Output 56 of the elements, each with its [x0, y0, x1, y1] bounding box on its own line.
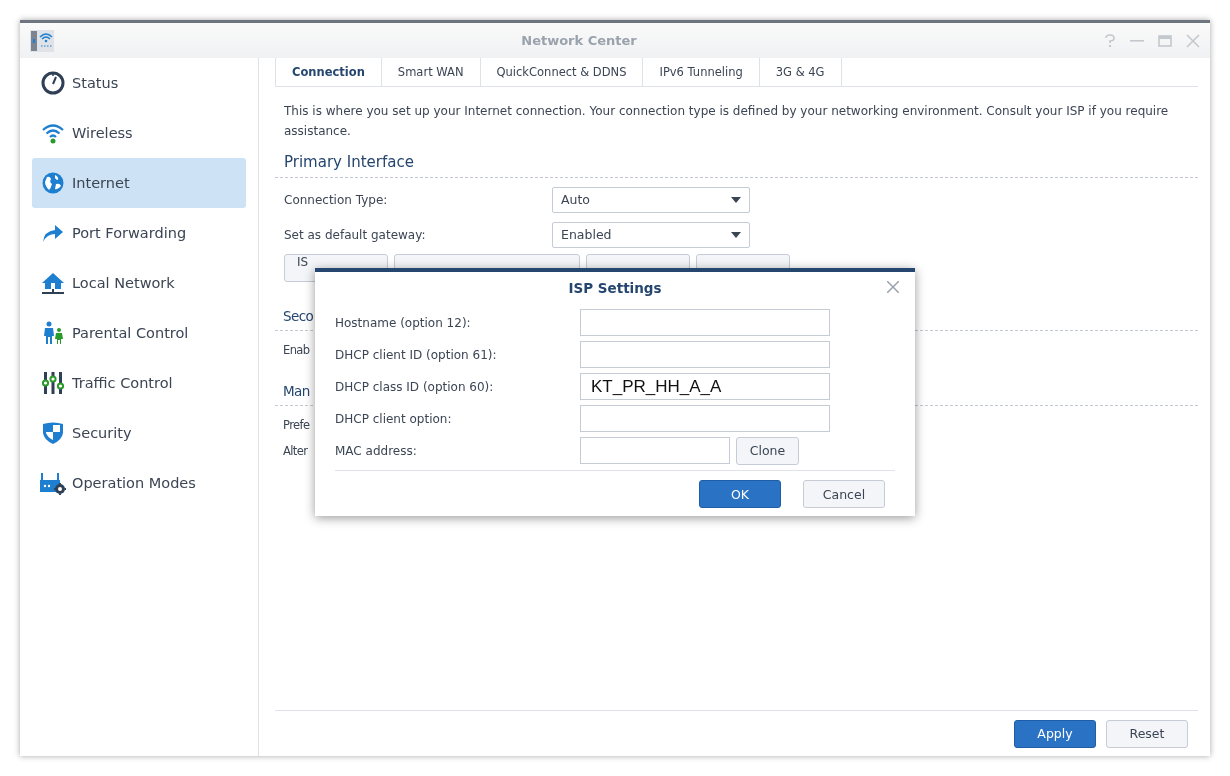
caret-icon [731, 231, 741, 238]
tab[interactable]: Connection [275, 58, 382, 86]
sidebar-item[interactable]: Parental Control [32, 308, 246, 358]
sliders-icon [40, 371, 66, 395]
apply-button[interactable]: Apply [1014, 719, 1096, 748]
intro-text: This is where you set up your Internet connection. Your connection type is defined by your networking environment. Consult your ISP if you require assistance. [284, 103, 1170, 140]
dropdown[interactable]: Auto [552, 186, 750, 213]
tab[interactable]: 3G & 4G [759, 58, 842, 86]
input-field[interactable] [580, 309, 830, 336]
field-label: Hostname (option 12): [335, 315, 472, 330]
input-field[interactable]: KT_PR_HH_A_A [580, 373, 830, 400]
sidebar-item[interactable]: Wireless [32, 108, 246, 158]
close-icon[interactable] [887, 281, 899, 293]
dialog-title: ISP Settings [568, 280, 662, 296]
sidebar-item[interactable]: Traffic Control [32, 358, 246, 408]
shield-icon [40, 421, 66, 445]
app-icon [30, 29, 54, 52]
maximize-icon[interactable] [1158, 33, 1172, 48]
sidebar-item[interactable]: Local Network [32, 258, 246, 308]
sidebar-item[interactable]: Port Forwarding [32, 208, 246, 258]
sidebar-item[interactable]: Security [32, 408, 246, 458]
close-icon[interactable] [1186, 33, 1200, 48]
dropdown[interactable]: Enabled [552, 221, 750, 248]
gauge-icon [40, 71, 66, 95]
sidebar-item[interactable]: Internet [32, 158, 246, 208]
field-label: Alter [283, 444, 308, 458]
section-heading: Man [283, 383, 310, 399]
field-label: Connection Type: [284, 192, 389, 207]
help-icon[interactable] [1104, 33, 1116, 48]
globe-icon [40, 171, 66, 195]
sidebar-item[interactable]: Status [32, 58, 246, 108]
field-label: DHCP client option: [335, 411, 453, 426]
cancel-button[interactable]: Cancel [803, 480, 885, 508]
field-label: Set as default gateway: [284, 227, 427, 242]
reset-button[interactable]: Reset [1106, 719, 1188, 748]
section-heading: Primary Interface [284, 153, 415, 171]
tab[interactable]: IPv6 Tunneling [643, 58, 760, 86]
house-icon [40, 271, 66, 295]
field-label: DHCP class ID (option 60): [335, 379, 495, 394]
section-heading: Seco [283, 308, 314, 324]
input-field[interactable] [580, 437, 730, 464]
router-gear-icon [40, 471, 66, 495]
clone-button[interactable]: Clone [736, 436, 799, 465]
input-field[interactable] [580, 341, 830, 368]
wifi-icon [40, 121, 66, 145]
input-field[interactable] [580, 405, 830, 432]
caret-icon [731, 196, 741, 203]
tab[interactable]: Smart WAN [381, 58, 481, 86]
sidebar-item[interactable]: Operation Modes [32, 458, 246, 508]
field-label: Prefe [283, 418, 310, 432]
ok-button[interactable]: OK [699, 480, 781, 508]
field-label: MAC address: [335, 443, 418, 458]
field-label: Enab [283, 343, 310, 357]
field-label: DHCP client ID (option 61): [335, 347, 498, 362]
tab[interactable]: QuickConnect & DDNS [480, 58, 644, 86]
window-title: Network Center [520, 33, 638, 48]
